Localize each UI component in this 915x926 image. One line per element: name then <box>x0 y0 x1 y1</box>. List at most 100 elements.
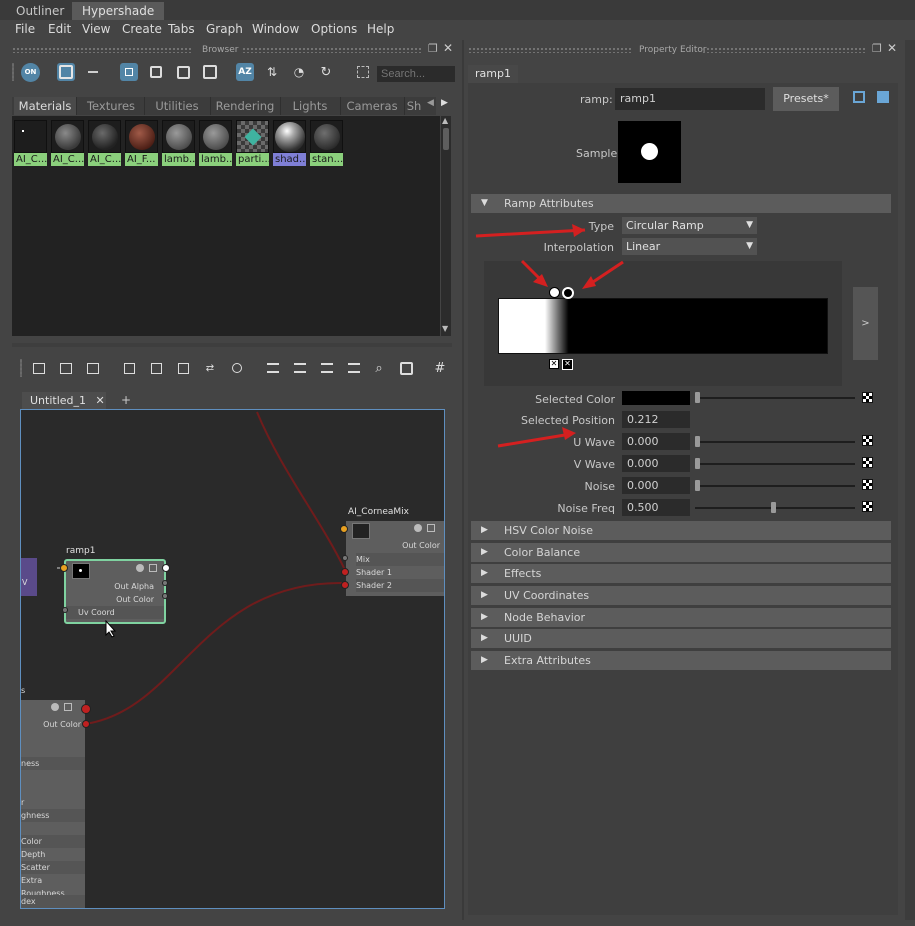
slider-thumb[interactable] <box>771 502 776 513</box>
partial-attr-row[interactable]: ness <box>21 757 85 770</box>
partial-attr-row[interactable] <box>21 744 85 757</box>
v-wave-slider[interactable] <box>695 463 855 465</box>
partial-attr-row[interactable]: Extra Roughness <box>21 874 85 898</box>
tab-hypershade[interactable]: Hypershade <box>72 2 165 20</box>
remove-node-button[interactable] <box>174 359 192 377</box>
full-view-button[interactable] <box>318 359 336 377</box>
type-dropdown[interactable]: Circular Ramp ▼ <box>622 217 757 234</box>
section-uv-coordinates[interactable]: ▶ UV Coordinates <box>471 586 891 605</box>
sort-type-button[interactable]: ⇅ <box>263 63 281 81</box>
partial-attr-row[interactable]: r <box>21 796 85 809</box>
selected-color-slider[interactable] <box>695 397 855 399</box>
tab-utilities[interactable]: Utilities <box>144 97 211 115</box>
u-wave-slider[interactable] <box>695 441 855 443</box>
uv-coord-row[interactable]: Uv Coord <box>66 606 164 619</box>
close-tab-icon[interactable]: ✕ <box>96 394 105 407</box>
menu-create[interactable]: Create <box>122 22 162 36</box>
add-tab-button[interactable]: + <box>121 393 131 407</box>
input-connections-button[interactable] <box>30 359 48 377</box>
section-effects[interactable]: ▶ Effects <box>471 564 891 583</box>
section-extra-attributes[interactable]: ▶ Extra Attributes <box>471 651 891 670</box>
menu-graph[interactable]: Graph <box>206 22 243 36</box>
partial-attr-row[interactable] <box>21 822 85 835</box>
material-swatch[interactable]: AI_C... <box>51 120 84 166</box>
tab-shading[interactable]: Sh <box>404 97 424 115</box>
scroll-left-icon[interactable]: ◀ <box>427 98 434 108</box>
menu-options[interactable]: Options <box>311 22 357 36</box>
simple-view-button[interactable] <box>264 359 282 377</box>
mix-input-port[interactable] <box>340 525 348 533</box>
pin-node-button[interactable] <box>228 359 246 377</box>
map-texture-icon[interactable] <box>862 457 873 468</box>
partial-output-port[interactable] <box>81 704 91 714</box>
partial-attr-row[interactable]: Scatter <box>21 861 85 874</box>
material-swatch[interactable]: parti... <box>236 120 269 166</box>
node-settings-icon[interactable] <box>51 703 59 711</box>
on-toggle-button[interactable]: ON <box>21 63 40 82</box>
tab-lights[interactable]: Lights <box>280 97 341 115</box>
node-graph-canvas[interactable]: V ramp1 Out Alpha Out Color Uv Coord AI_… <box>20 409 445 909</box>
section-uuid[interactable]: ▶ UUID <box>471 629 891 648</box>
slider-thumb[interactable] <box>695 480 700 491</box>
node-layout-icon[interactable] <box>149 564 157 572</box>
graph-layout-button[interactable]: ⇄ <box>201 359 219 377</box>
tab-textures[interactable]: Textures <box>78 97 145 115</box>
partial-out-color-port[interactable] <box>82 720 90 728</box>
shader1-attr[interactable]: Shader 1 <box>356 566 392 579</box>
medium-icons-button[interactable] <box>147 63 165 81</box>
noise-field[interactable]: 0.000 <box>622 477 690 494</box>
partial-attr-row[interactable]: Depth <box>21 848 85 861</box>
partial-out-color-attr[interactable]: Out Color <box>43 718 81 731</box>
search-node-button[interactable]: ⌕ <box>370 359 388 377</box>
scrollbar-thumb[interactable] <box>443 128 449 150</box>
node-layout-icon[interactable] <box>64 703 72 711</box>
u-wave-field[interactable]: 0.000 <box>622 433 690 450</box>
material-swatch[interactable]: shad... <box>273 120 306 166</box>
material-swatch[interactable]: AI_C... <box>14 120 47 166</box>
snapshot-button[interactable] <box>397 359 415 377</box>
node-settings-icon[interactable] <box>414 524 422 532</box>
in-out-connections-button[interactable] <box>57 359 75 377</box>
mix-attr[interactable]: Mix <box>356 553 444 566</box>
swatch-scrollbar[interactable]: ▲ ▼ <box>441 116 451 336</box>
noise-freq-field[interactable]: 0.500 <box>622 499 690 516</box>
float-icon[interactable]: ❐ <box>428 42 438 55</box>
material-swatch[interactable]: lamb... <box>162 120 195 166</box>
shader1-port[interactable] <box>341 568 349 576</box>
node-settings-icon[interactable] <box>136 564 144 572</box>
output-connections-button[interactable] <box>84 359 102 377</box>
map-texture-icon[interactable] <box>862 479 873 490</box>
menu-tabs[interactable]: Tabs <box>168 22 195 36</box>
frame-all-button[interactable] <box>120 359 138 377</box>
shader2-port[interactable] <box>341 581 349 589</box>
show-hide-icon[interactable] <box>877 91 889 103</box>
out-alpha-port[interactable] <box>162 580 168 586</box>
swatch-view-button[interactable] <box>57 63 75 81</box>
selected-position-field[interactable]: 0.212 <box>622 411 690 428</box>
partial-attr-row[interactable]: dex <box>21 895 85 908</box>
xlarge-icons-button[interactable] <box>201 63 219 81</box>
material-swatch[interactable]: lamb... <box>199 120 232 166</box>
section-color-balance[interactable]: ▶ Color Balance <box>471 543 891 562</box>
large-icons-button[interactable] <box>174 63 192 81</box>
scroll-up-icon[interactable]: ▲ <box>442 116 448 125</box>
tab-rendering[interactable]: Rendering <box>210 97 281 115</box>
menu-help[interactable]: Help <box>367 22 394 36</box>
selected-color-swatch[interactable] <box>622 391 690 405</box>
close-icon[interactable]: ✕ <box>443 41 453 55</box>
small-icons-button[interactable] <box>120 63 138 81</box>
panel-divider[interactable] <box>12 343 452 347</box>
map-texture-icon[interactable] <box>862 435 873 446</box>
partial-attr-row[interactable]: ghness <box>21 809 85 822</box>
float-icon[interactable]: ❐ <box>872 42 882 55</box>
menu-view[interactable]: View <box>82 22 110 36</box>
section-hsv-color-noise[interactable]: ▶ HSV Color Noise <box>471 521 891 540</box>
panel-divider[interactable] <box>462 40 464 920</box>
focus-icon[interactable] <box>853 91 865 103</box>
shader2-attr[interactable]: Shader 2 <box>356 579 444 592</box>
mix-port[interactable] <box>342 555 348 561</box>
partial-shader-node[interactable]: Out Color ness r ghness Color Depth Scat… <box>21 700 85 908</box>
map-texture-icon[interactable] <box>862 501 873 512</box>
ramp-input-port[interactable] <box>60 564 68 572</box>
noise-slider[interactable] <box>695 485 855 487</box>
